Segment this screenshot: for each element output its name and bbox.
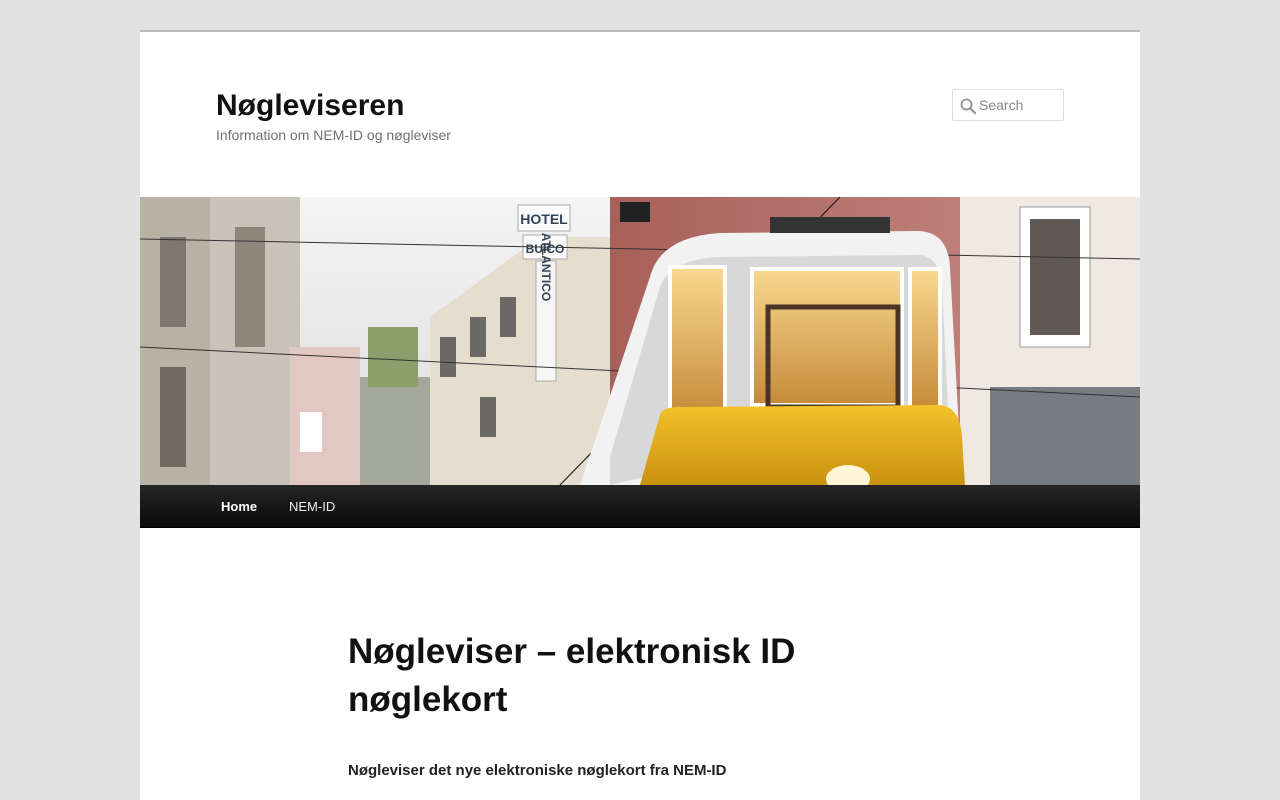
post-title[interactable]: Nøgleviser – elektronisk ID nøglekort bbox=[348, 628, 868, 724]
hotel-sign-text: HOTEL bbox=[520, 211, 568, 227]
post-subtitle: Nøgleviser det nye elektroniske nøglekor… bbox=[348, 762, 727, 779]
nav-item-home[interactable]: Home bbox=[221, 485, 257, 528]
site-description: Information om NEM-ID og nøgleviser bbox=[216, 127, 451, 143]
site-title[interactable]: Nøgleviseren bbox=[216, 89, 404, 123]
header-banner-image: HOTEL BUICO ATLANTICO bbox=[140, 197, 1140, 485]
search-icon bbox=[960, 98, 977, 115]
search-input[interactable] bbox=[979, 94, 1061, 116]
nav-item-nem-id[interactable]: NEM-ID bbox=[289, 485, 335, 528]
tram-illustration: HOTEL BUICO ATLANTICO bbox=[140, 197, 1140, 485]
main-navigation: Home NEM-ID bbox=[140, 485, 1140, 528]
search-box[interactable] bbox=[952, 89, 1064, 121]
post-title-line-1: Nøgleviser – elektronisk ID bbox=[348, 632, 796, 671]
post-title-line-2: nøglekort bbox=[348, 680, 508, 719]
page: Nøgleviseren Information om NEM-ID og nø… bbox=[140, 30, 1140, 800]
hotel-vertical-sign-text: ATLANTICO bbox=[539, 233, 553, 301]
